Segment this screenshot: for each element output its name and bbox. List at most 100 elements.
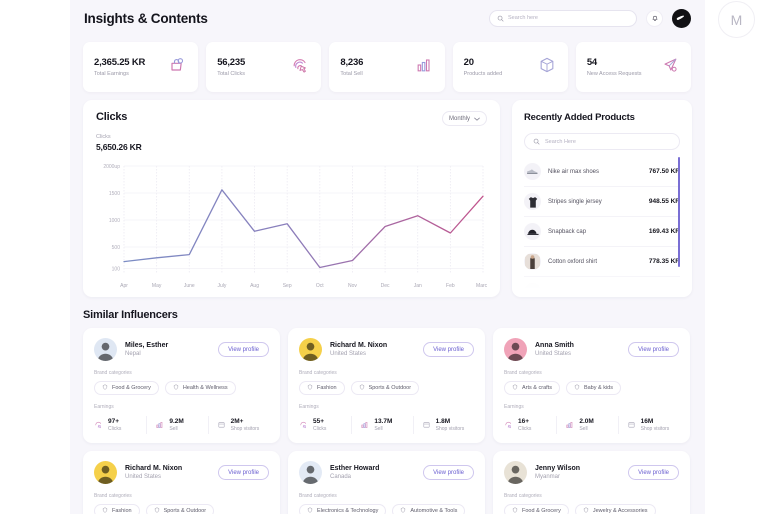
fingerprint-click-icon bbox=[290, 55, 310, 80]
brand-avatar[interactable] bbox=[672, 8, 691, 28]
influencer-card[interactable]: Miles, Esther Nepal View profile Brand c… bbox=[83, 328, 280, 443]
category-chip[interactable]: Health & Wellness bbox=[164, 381, 236, 395]
gem-icon bbox=[583, 507, 589, 514]
category-chip-label: Automotive & Tools bbox=[410, 508, 458, 514]
shield-icon bbox=[102, 507, 108, 514]
influencer-card[interactable]: Jenny Wilson Myanmar View profile Brand … bbox=[493, 451, 690, 514]
stat-card[interactable]: 8,236 Total Sell bbox=[329, 42, 445, 92]
earnings-stat: 1.8M Shop visitors bbox=[412, 416, 474, 434]
dumbbell-icon bbox=[359, 384, 365, 392]
avatar bbox=[504, 338, 527, 361]
svg-text:July: July bbox=[217, 283, 226, 289]
brand-category-chips: Electronics & Technology Automotive & Too… bbox=[299, 504, 474, 514]
category-chip[interactable]: Sports & Outdoor bbox=[145, 504, 215, 514]
brand-categories-label: Brand categories bbox=[299, 493, 337, 499]
page-title: Insights & Contents bbox=[84, 10, 208, 26]
search-icon bbox=[533, 138, 540, 145]
search-input[interactable]: Search here bbox=[489, 9, 637, 27]
category-chip[interactable]: Electronics & Technology bbox=[299, 504, 387, 514]
earnings-value: 97+ bbox=[108, 418, 120, 425]
stat-card[interactable]: 2,365.25 KR Total Earnings bbox=[83, 42, 199, 92]
category-chip[interactable]: Fashion bbox=[94, 504, 140, 514]
shirt-thumb-icon bbox=[524, 253, 541, 270]
stat-card[interactable]: 20 Products added bbox=[452, 42, 568, 92]
influencer-country: Canada bbox=[330, 474, 352, 480]
earnings-row: 16+ Clicks 2.0M Sell 16M Shop visitors bbox=[504, 416, 679, 434]
brand-category-chips: Fashion Sports & Outdoor bbox=[299, 381, 474, 395]
search-icon bbox=[497, 15, 504, 21]
stat-card[interactable]: 54 New Access Requests bbox=[575, 42, 692, 92]
monitor-icon bbox=[307, 507, 313, 514]
category-chip[interactable]: Automotive & Tools bbox=[392, 504, 466, 514]
view-profile-button[interactable]: View profile bbox=[628, 465, 679, 480]
brand-category-chips: Arts & crafts Baby & kids bbox=[504, 381, 679, 395]
category-chip[interactable]: Food & Grocery bbox=[504, 504, 569, 514]
earnings-value: 16+ bbox=[518, 418, 530, 425]
earnings-stat: 16+ Clicks bbox=[504, 416, 556, 434]
avatar bbox=[504, 461, 527, 484]
avatar bbox=[94, 338, 117, 361]
earnings-label-text: Clicks bbox=[108, 426, 122, 432]
product-price: 767.50 KR bbox=[648, 168, 680, 175]
influencer-card[interactable]: Esther Howard Canada View profile Brand … bbox=[288, 451, 485, 514]
products-search-input[interactable]: Search Here bbox=[524, 133, 680, 150]
product-price: 778.35 KR bbox=[648, 258, 680, 265]
svg-text:Nov: Nov bbox=[348, 283, 357, 289]
brand-categories-label: Brand categories bbox=[504, 493, 542, 499]
notifications-button[interactable] bbox=[646, 9, 663, 27]
category-chip[interactable]: Fashion bbox=[299, 381, 345, 395]
influencer-name: Esther Howard bbox=[330, 465, 380, 472]
category-chip[interactable]: Sports & Outdoor bbox=[350, 381, 420, 395]
stat-card[interactable]: 56,235 Total Clicks bbox=[206, 42, 322, 92]
shop-icon bbox=[627, 416, 636, 434]
period-value: Monthly bbox=[448, 115, 470, 122]
category-chip-label: Jewelry & Accessories bbox=[592, 508, 648, 514]
user-avatar[interactable]: M bbox=[718, 1, 755, 38]
sell-chart-icon bbox=[414, 55, 434, 80]
svg-text:May: May bbox=[152, 283, 162, 289]
influencer-header: Richard M. Nixon United States View prof… bbox=[299, 338, 474, 361]
bag-icon bbox=[102, 384, 108, 392]
sell-icon bbox=[565, 416, 574, 434]
bag-icon bbox=[512, 507, 518, 514]
list-item[interactable]: Snapback cap 169.43 KR bbox=[524, 217, 680, 247]
jersey-thumb-icon bbox=[524, 193, 541, 210]
influencer-name: Jenny Wilson bbox=[535, 465, 581, 472]
earnings-value: 1.8M bbox=[435, 418, 451, 425]
earnings-stat: 9.2M Sell bbox=[146, 416, 207, 434]
svg-text:1500: 1500 bbox=[109, 191, 120, 197]
period-dropdown[interactable]: Monthly bbox=[441, 111, 487, 126]
svg-text:Oct: Oct bbox=[316, 283, 324, 289]
view-profile-button[interactable]: View profile bbox=[423, 465, 474, 480]
earnings-label-text: Shop visitors bbox=[230, 426, 260, 432]
list-item[interactable]: Stripes single jersey 948.55 KR bbox=[524, 187, 680, 217]
cap-thumb-icon bbox=[524, 223, 541, 240]
stat-label: Total Clicks bbox=[217, 71, 246, 77]
category-chip[interactable]: Baby & kids bbox=[565, 381, 621, 395]
category-chip[interactable]: Arts & crafts bbox=[504, 381, 560, 395]
category-chip[interactable]: Food & Grocery bbox=[94, 381, 159, 395]
influencer-card[interactable]: Richard M. Nixon United States View prof… bbox=[288, 328, 485, 443]
view-profile-button[interactable]: View profile bbox=[423, 342, 474, 357]
box-package-icon bbox=[537, 55, 557, 80]
view-profile-button[interactable]: View profile bbox=[218, 465, 269, 480]
influencer-card[interactable]: Richard M. Nixon United States View prof… bbox=[83, 451, 280, 514]
clicks-summary: Clicks 5,650.26 KR bbox=[96, 134, 487, 152]
clicks-title: Clicks bbox=[96, 111, 128, 123]
influencer-country: United States bbox=[330, 351, 367, 357]
stat-value: 56,235 bbox=[217, 57, 246, 68]
recently-added-products-card: Recently Added Products Search Here Nike… bbox=[512, 100, 692, 297]
stat-label: New Access Requests bbox=[586, 71, 642, 77]
category-chip-label: Fashion bbox=[112, 508, 132, 514]
stat-label: Total Sell bbox=[340, 71, 363, 77]
view-profile-button[interactable]: View profile bbox=[218, 342, 269, 357]
earnings-bag-icon bbox=[167, 55, 187, 80]
earnings-label-text: Sell bbox=[374, 426, 383, 432]
influencer-card[interactable]: Anna Smith United States View profile Br… bbox=[493, 328, 690, 443]
influencer-country: Myanmar bbox=[535, 474, 561, 480]
view-profile-button[interactable]: View profile bbox=[628, 342, 679, 357]
products-scrollbar[interactable] bbox=[678, 157, 680, 267]
category-chip[interactable]: Jewelry & Accessories bbox=[574, 504, 656, 514]
earnings-label-text: Shop visitors bbox=[640, 426, 670, 432]
list-item[interactable]: Nike air max shoes 767.50 KR bbox=[524, 157, 680, 187]
